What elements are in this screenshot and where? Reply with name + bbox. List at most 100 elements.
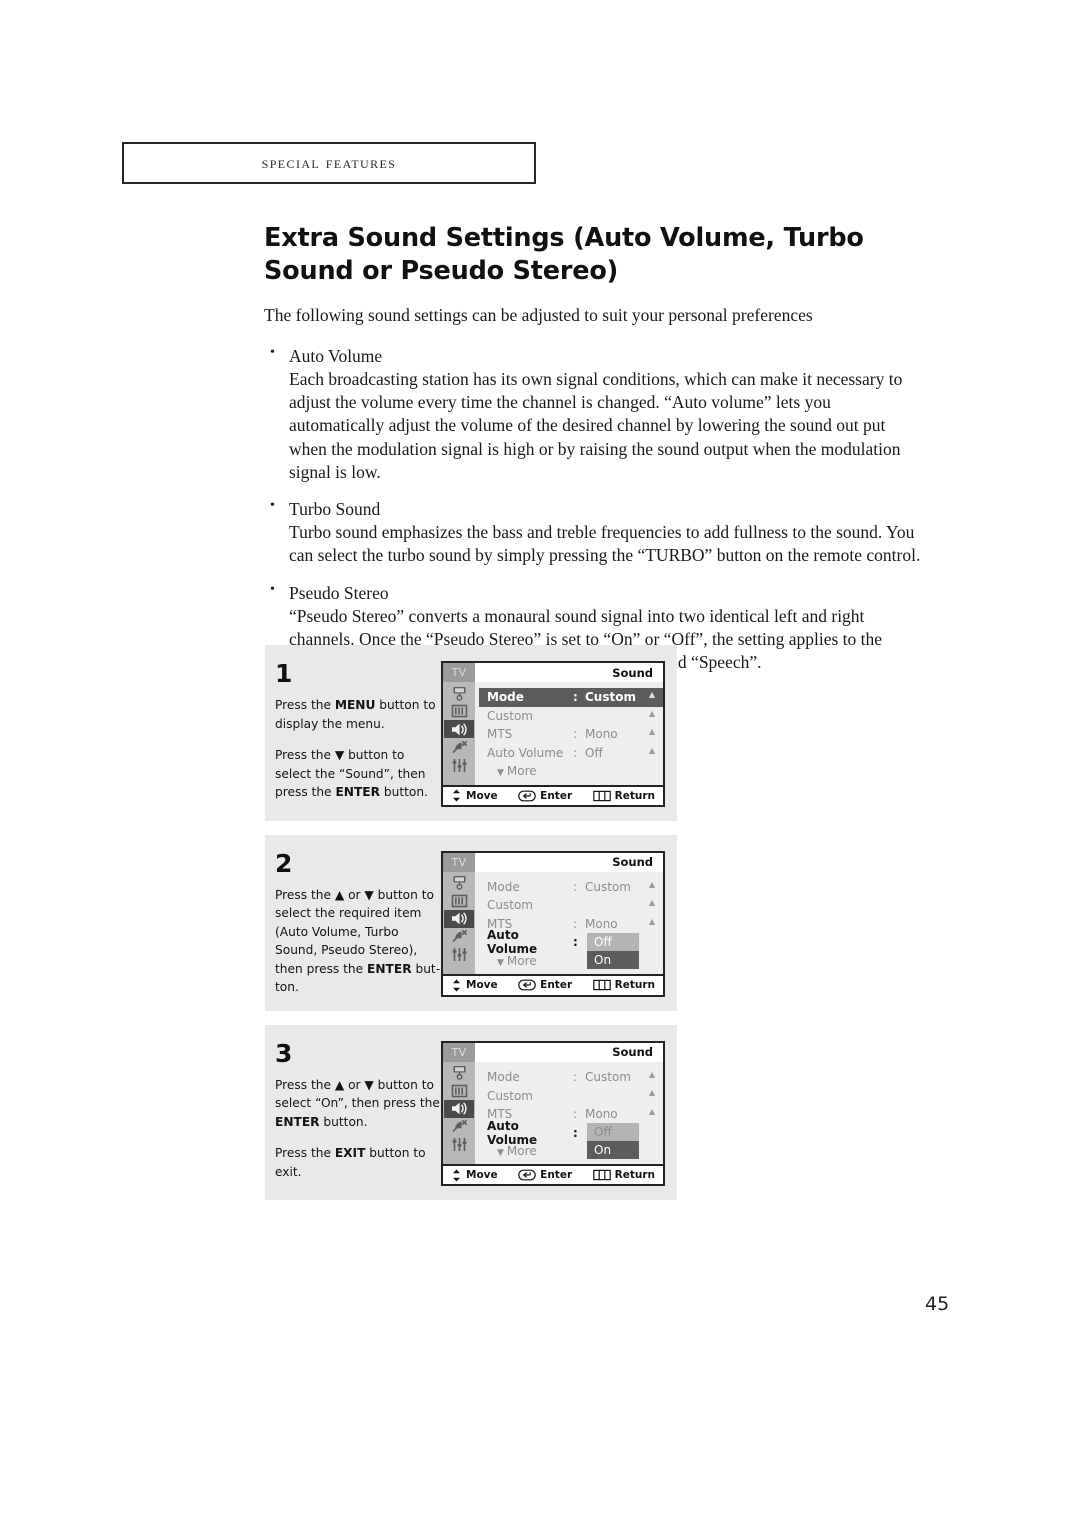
osd-label: Mode xyxy=(487,879,520,894)
osd-title: Sound xyxy=(475,852,663,872)
osd-tv-tag: TV xyxy=(443,1042,475,1062)
osd-header: TV Sound xyxy=(443,852,663,872)
sound-icon[interactable] xyxy=(444,1099,474,1118)
footer-enter: Enter xyxy=(518,790,572,802)
osd-row-auto-volume[interactable]: Auto Volume : Off ▲ xyxy=(475,744,663,763)
osd-value: Custom xyxy=(585,690,636,705)
bullet-heading: Turbo Sound xyxy=(264,497,924,521)
sound-icon[interactable] xyxy=(444,720,474,738)
setup-icon[interactable] xyxy=(444,946,474,964)
step-key-exit: EXIT xyxy=(334,1146,366,1161)
osd-colon: : xyxy=(573,690,578,705)
updown-arrow-icon xyxy=(453,789,460,802)
osd-middle: Mode : Custom ▲ Custom ▲ MTS : Mono ▲ Au… xyxy=(443,1061,663,1165)
input-icon[interactable] xyxy=(444,684,474,702)
step-key-menu: MENU xyxy=(334,698,376,712)
chevron-up-icon: ▲ xyxy=(648,1106,655,1116)
osd-more-text: More xyxy=(506,764,537,779)
dropdown-option-on[interactable]: On xyxy=(587,950,639,969)
osd-header: TV Sound xyxy=(443,1042,663,1062)
auto-volume-dropdown[interactable]: Off On xyxy=(587,1122,639,1159)
footer-move-label: Move xyxy=(466,1169,498,1182)
step-text-part: Press the xyxy=(275,698,335,712)
footer-enter-label: Enter xyxy=(540,789,573,802)
osd-colon: : xyxy=(573,727,578,742)
channel-icon[interactable] xyxy=(444,928,474,946)
setup-icon[interactable] xyxy=(444,756,474,774)
osd-footer-2: Move Enter Return xyxy=(443,974,663,994)
setup-icon[interactable] xyxy=(444,1136,474,1154)
osd-row-mode[interactable]: Mode : Custom ▲ xyxy=(475,1068,663,1087)
osd-row-more[interactable]: ▼ More xyxy=(475,762,663,781)
dropdown-option-off[interactable]: Off xyxy=(587,932,639,951)
footer-move: Move xyxy=(451,1169,498,1182)
page-number: 45 xyxy=(925,1293,950,1315)
osd-value: Mono xyxy=(585,727,618,742)
step-number: 3 xyxy=(275,1038,293,1068)
picture-icon[interactable] xyxy=(444,702,474,720)
footer-move: Move xyxy=(451,789,498,802)
osd-icon-rail xyxy=(443,871,475,974)
step-2-text-column: 2 Press the ▲ or ▼ button to select the … xyxy=(265,851,441,997)
page-title: Extra Sound Settings (Auto Volume, Turbo… xyxy=(264,223,864,286)
osd-row-custom[interactable]: Custom ▲ xyxy=(475,1086,663,1105)
osd-colon: : xyxy=(573,916,578,931)
osd-middle: Mode : Custom ▲ Custom ▲ MTS : Mono ▲ Au… xyxy=(443,871,663,974)
chevron-up-icon: ▲ xyxy=(648,898,655,907)
osd-row-mode[interactable]: Mode : Custom ▲ xyxy=(479,688,663,707)
channel-icon[interactable] xyxy=(444,738,474,756)
osd-value: Mono xyxy=(585,916,618,931)
osd-more-label: ▼ More xyxy=(487,954,537,968)
osd-tv-tag: TV xyxy=(443,663,475,682)
dropdown-option-on[interactable]: On xyxy=(587,1140,639,1159)
osd-colon: : xyxy=(573,1107,578,1122)
osd-tv-tag: TV xyxy=(443,852,475,872)
auto-volume-dropdown[interactable]: Off On xyxy=(587,932,639,969)
tv-osd-screen-3: TV Sound Mode: Custom ▲ Custom ▲ MTS: … xyxy=(441,1040,665,1187)
chevron-up-icon: ▲ xyxy=(648,708,655,718)
osd-header: TV Sound xyxy=(443,663,663,682)
input-icon[interactable] xyxy=(444,874,474,892)
chevron-up-icon: ▲ xyxy=(648,879,655,889)
osd-colon: : xyxy=(573,1070,578,1085)
enter-key-icon xyxy=(518,790,536,801)
menu-key-icon xyxy=(592,1170,611,1181)
sound-icon[interactable] xyxy=(444,909,474,928)
osd-row-mode[interactable]: Mode : Custom ▲ xyxy=(475,878,663,897)
osd-menu-list-1: Mode : Custom ▲ Custom ▲ MTS : Mono ▲ Au… xyxy=(475,682,663,785)
step-panel-2: 2 Press the ▲ or ▼ button to select the … xyxy=(265,834,677,1011)
footer-enter: Enter xyxy=(518,979,572,991)
osd-label: Custom xyxy=(487,898,533,913)
footer-enter-label: Enter xyxy=(540,979,573,991)
osd-title: Sound xyxy=(475,1042,663,1062)
osd-row-mts[interactable]: MTS : Mono ▲ xyxy=(475,725,663,744)
step-key-enter: ENTER xyxy=(275,1114,320,1129)
step-key-enter: ENTER xyxy=(367,961,412,976)
osd-colon: : xyxy=(573,745,578,760)
channel-icon[interactable] xyxy=(444,1118,474,1136)
osd-row-custom[interactable]: Custom ▲ xyxy=(475,707,663,726)
step-number: 2 xyxy=(275,848,293,878)
footer-move: Move xyxy=(451,979,498,992)
chevron-up-icon: ▲ xyxy=(648,690,655,699)
picture-icon[interactable] xyxy=(444,892,474,910)
picture-icon[interactable] xyxy=(444,1082,474,1100)
chevron-down-icon: ▼ xyxy=(497,768,504,779)
chevron-up-icon: ▲ xyxy=(648,727,655,736)
chevron-up-icon: ▲ xyxy=(648,1088,655,1098)
enter-key-icon xyxy=(518,1169,536,1181)
dropdown-option-off[interactable]: Off xyxy=(587,1122,639,1141)
footer-move-label: Move xyxy=(466,979,498,991)
osd-more-text: More xyxy=(506,1144,537,1159)
footer-enter: Enter xyxy=(518,1169,572,1181)
updown-arrow-icon xyxy=(453,979,460,991)
osd-value: Mono xyxy=(585,1107,618,1122)
step-instruction: Press the MENU button to display the men… xyxy=(275,696,441,802)
input-icon[interactable] xyxy=(444,1064,474,1082)
step-text-part: button. xyxy=(319,1114,368,1129)
updown-arrow-icon xyxy=(453,1169,460,1182)
osd-label: Auto Volume xyxy=(487,745,564,760)
osd-row-custom[interactable]: Custom ▲ xyxy=(475,896,663,915)
step-instruction: Press the ▲ or ▼ button to select the re… xyxy=(275,886,441,997)
